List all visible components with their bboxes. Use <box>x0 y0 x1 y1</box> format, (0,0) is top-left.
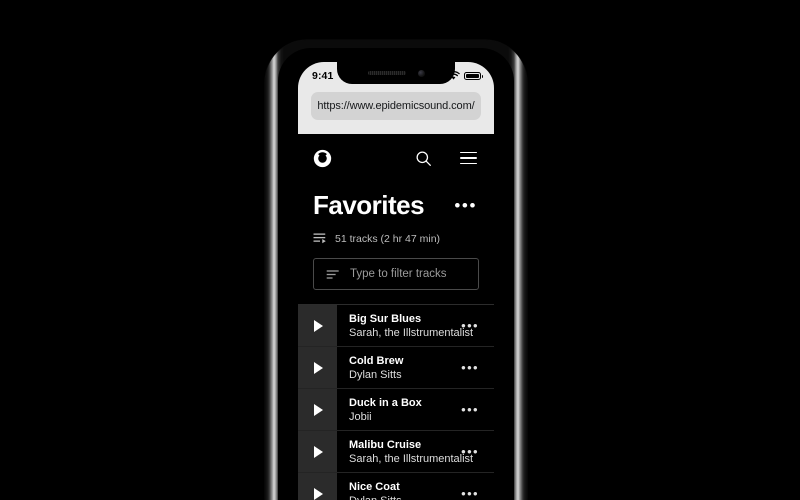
track-list: Big Sur Blues Sarah, the Illstrumentalis… <box>298 304 494 500</box>
playlist-meta: 51 tracks (2 hr 47 min) <box>298 221 494 245</box>
page-overflow-menu-button[interactable]: ••• <box>454 197 477 214</box>
app-header-actions <box>415 150 477 167</box>
table-row[interactable]: Big Sur Blues Sarah, the Illstrumentalis… <box>298 304 494 346</box>
track-artist: Dylan Sitts <box>349 368 402 381</box>
url-bar[interactable]: https://www.epidemicsound.com/ <box>311 92 481 120</box>
url-text: https://www.epidemicsound.com/ <box>317 100 475 112</box>
front-camera-icon <box>417 69 425 77</box>
play-button[interactable] <box>298 431 337 472</box>
play-icon <box>314 445 323 458</box>
filter-placeholder: Type to filter tracks <box>350 268 447 280</box>
filter-icon <box>326 269 339 279</box>
track-text: Cold Brew Dylan Sitts <box>349 355 403 381</box>
play-icon <box>314 319 323 332</box>
page-title: Favorites <box>313 190 425 220</box>
track-artist: Jobii <box>349 410 372 423</box>
page-title-row: Favorites ••• <box>298 182 494 221</box>
url-bar-container: https://www.epidemicsound.com/ <box>298 90 494 120</box>
track-content: Duck in a Box Jobii ••• <box>337 389 494 430</box>
playlist-queue-icon <box>313 233 326 244</box>
app-header <box>298 134 494 182</box>
search-icon[interactable] <box>415 150 432 167</box>
playlist-meta-text: 51 tracks (2 hr 47 min) <box>335 232 441 245</box>
track-overflow-menu-button[interactable]: ••• <box>461 445 479 458</box>
earpiece-speaker-icon <box>367 71 406 75</box>
play-button[interactable] <box>298 473 337 500</box>
track-artist: Dylan Sitts <box>349 495 402 500</box>
screenshot-canvas: 9:41 https://www.epidemicsound.com/ Favo… <box>0 0 800 500</box>
play-icon <box>314 487 323 500</box>
track-artist: Sarah, the Illstrumentalist <box>349 326 474 339</box>
track-content: Malibu Cruise Sarah, the Illstrumentalis… <box>337 431 494 472</box>
track-text: Malibu Cruise Sarah, the Illstrumentalis… <box>349 438 474 465</box>
track-title: Nice Coat <box>349 480 400 493</box>
track-content: Cold Brew Dylan Sitts ••• <box>337 347 494 388</box>
track-artist: Sarah, the Illstrumentalist <box>349 452 474 465</box>
table-row[interactable]: Nice Coat Dylan Sitts ••• <box>298 472 494 500</box>
filter-container: Type to filter tracks <box>298 245 494 290</box>
phone-device-frame: 9:41 https://www.epidemicsound.com/ Favo… <box>265 40 527 500</box>
track-overflow-menu-button[interactable]: ••• <box>461 319 479 332</box>
phone-notch <box>337 62 455 84</box>
track-overflow-menu-button[interactable]: ••• <box>461 361 479 374</box>
track-content: Nice Coat Dylan Sitts ••• <box>337 473 494 500</box>
track-title: Cold Brew <box>349 354 404 367</box>
phone-screen: 9:41 https://www.epidemicsound.com/ Favo… <box>298 62 494 500</box>
play-icon <box>314 361 323 374</box>
status-clock: 9:41 <box>312 70 334 82</box>
track-overflow-menu-button[interactable]: ••• <box>461 487 479 500</box>
play-button[interactable] <box>298 389 337 430</box>
table-row[interactable]: Duck in a Box Jobii ••• <box>298 388 494 430</box>
track-text: Nice Coat Dylan Sitts <box>349 481 402 500</box>
track-title: Duck in a Box <box>349 396 422 409</box>
phone-bezel: 9:41 https://www.epidemicsound.com/ Favo… <box>278 48 514 500</box>
play-icon <box>314 403 323 416</box>
play-button[interactable] <box>298 347 337 388</box>
track-text: Big Sur Blues Sarah, the Illstrumentalis… <box>349 312 474 339</box>
battery-icon <box>464 71 483 81</box>
track-overflow-menu-button[interactable]: ••• <box>461 403 479 416</box>
epidemic-sound-logo[interactable] <box>313 149 332 168</box>
track-title: Malibu Cruise <box>349 438 422 451</box>
track-title: Big Sur Blues <box>349 312 422 325</box>
app-viewport: Favorites ••• 51 tracks (2 hr 47 min) Ty… <box>298 134 494 500</box>
track-text: Duck in a Box Jobii <box>349 397 422 423</box>
track-content: Big Sur Blues Sarah, the Illstrumentalis… <box>337 305 494 346</box>
hamburger-menu-icon[interactable] <box>460 151 477 165</box>
play-button[interactable] <box>298 305 337 346</box>
filter-tracks-input[interactable]: Type to filter tracks <box>313 258 479 290</box>
table-row[interactable]: Malibu Cruise Sarah, the Illstrumentalis… <box>298 430 494 472</box>
table-row[interactable]: Cold Brew Dylan Sitts ••• <box>298 346 494 388</box>
